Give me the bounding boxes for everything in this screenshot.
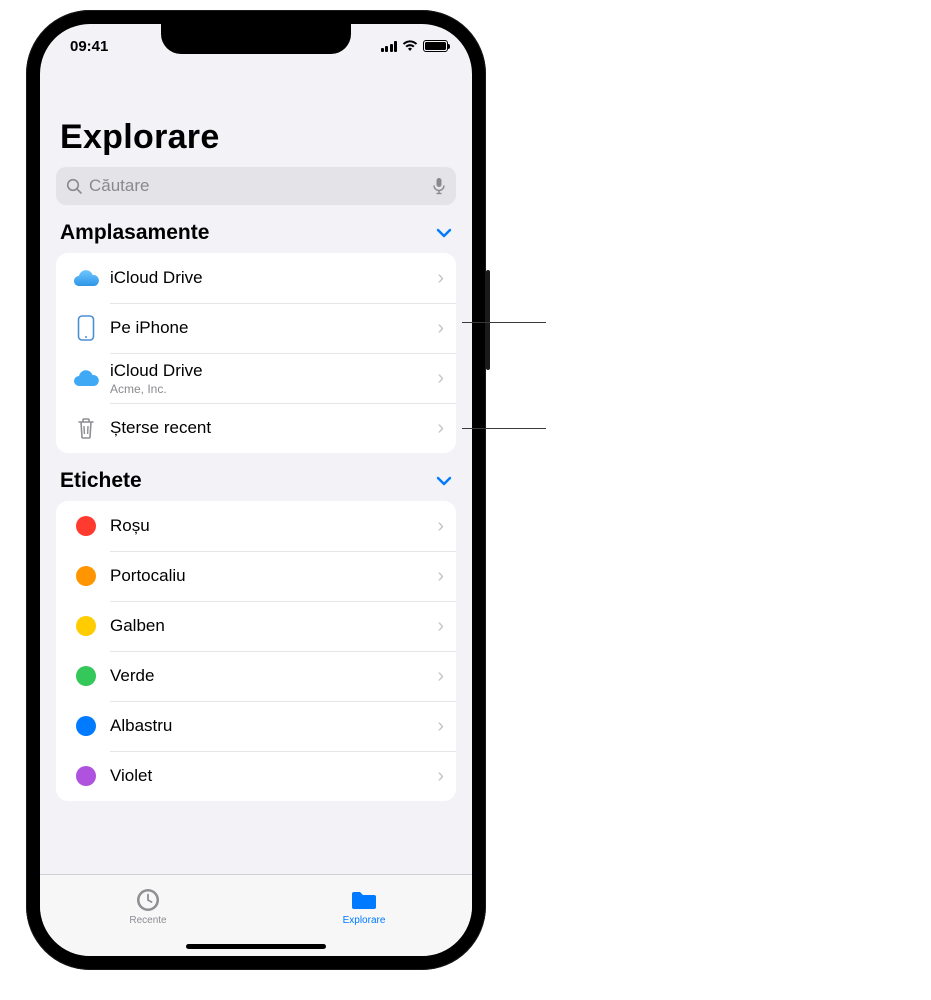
search-field[interactable]: Căutare [56, 167, 456, 205]
chevron-down-icon [436, 476, 452, 486]
location-row-icloud[interactable]: iCloud Drive › [56, 253, 456, 303]
callout-line [462, 322, 546, 323]
status-right [381, 40, 449, 52]
trash-icon [75, 416, 97, 440]
tag-row-yellow[interactable]: Galben › [56, 601, 456, 651]
row-label: Verde [110, 666, 437, 686]
tag-dot-icon [76, 566, 96, 586]
iphone-icon [77, 315, 95, 341]
row-label: Portocaliu [110, 566, 437, 586]
row-label: Galben [110, 616, 437, 636]
cellular-icon [381, 41, 398, 52]
row-sublabel: Acme, Inc. [110, 382, 437, 396]
tags-title: Etichete [60, 469, 142, 493]
wifi-icon [402, 40, 418, 52]
tag-dot-icon [76, 766, 96, 786]
page-title: Explorare [40, 118, 472, 163]
tag-row-violet[interactable]: Violet › [56, 751, 456, 801]
tag-row-blue[interactable]: Albastru › [56, 701, 456, 751]
notch [161, 24, 351, 54]
tag-row-green[interactable]: Verde › [56, 651, 456, 701]
chevron-right-icon: › [437, 317, 444, 340]
row-label: iCloud Drive [110, 361, 437, 381]
chevron-right-icon: › [437, 417, 444, 440]
clock-icon [135, 887, 161, 913]
chevron-right-icon: › [437, 367, 444, 390]
chevron-right-icon: › [437, 515, 444, 538]
row-label: iCloud Drive [110, 268, 437, 288]
row-label: Pe iPhone [110, 318, 437, 338]
phone-frame: 09:41 Explorare Căutare [26, 10, 486, 970]
status-time: 09:41 [70, 38, 108, 55]
location-row-icloud-work[interactable]: iCloud Drive Acme, Inc. › [56, 353, 456, 403]
tags-section: Etichete Roșu › Portocaliu [56, 463, 456, 801]
locations-section: Amplasamente iCloud Drive › Pe i [56, 215, 456, 453]
cloud-icon [72, 268, 100, 288]
chevron-right-icon: › [437, 267, 444, 290]
chevron-right-icon: › [437, 715, 444, 738]
row-label: Roșu [110, 516, 437, 536]
locations-title: Amplasamente [60, 221, 209, 245]
chevron-right-icon: › [437, 565, 444, 588]
cloud-icon [72, 368, 100, 388]
tag-row-orange[interactable]: Portocaliu › [56, 551, 456, 601]
row-label: Violet [110, 766, 437, 786]
folder-icon [349, 888, 379, 912]
tag-dot-icon [76, 716, 96, 736]
tags-list: Roșu › Portocaliu › Galben [56, 501, 456, 801]
search-icon [66, 178, 83, 195]
row-label: Șterse recent [110, 418, 437, 438]
chevron-right-icon: › [437, 665, 444, 688]
tab-recents[interactable]: Recente [40, 875, 256, 938]
tags-header[interactable]: Etichete [56, 463, 456, 501]
battery-icon [423, 40, 448, 52]
locations-list: iCloud Drive › Pe iPhone › [56, 253, 456, 453]
callout-line [462, 428, 546, 429]
location-row-recentlydeleted[interactable]: Șterse recent › [56, 403, 456, 453]
dictate-icon[interactable] [432, 177, 446, 195]
locations-header[interactable]: Amplasamente [56, 215, 456, 253]
home-indicator[interactable] [186, 944, 326, 949]
tag-dot-icon [76, 616, 96, 636]
search-placeholder: Căutare [89, 176, 432, 196]
screen: 09:41 Explorare Căutare [40, 24, 472, 956]
tag-dot-icon [76, 666, 96, 686]
row-label: Albastru [110, 716, 437, 736]
tab-label: Recente [129, 915, 166, 926]
chevron-right-icon: › [437, 765, 444, 788]
location-row-oniphone[interactable]: Pe iPhone › [56, 303, 456, 353]
tag-row-red[interactable]: Roșu › [56, 501, 456, 551]
tab-bar: Recente Explorare [40, 874, 472, 956]
tag-dot-icon [76, 516, 96, 536]
tab-label: Explorare [343, 915, 386, 926]
chevron-right-icon: › [437, 615, 444, 638]
chevron-down-icon [436, 228, 452, 238]
side-button [486, 270, 490, 370]
tab-browse[interactable]: Explorare [256, 875, 472, 938]
